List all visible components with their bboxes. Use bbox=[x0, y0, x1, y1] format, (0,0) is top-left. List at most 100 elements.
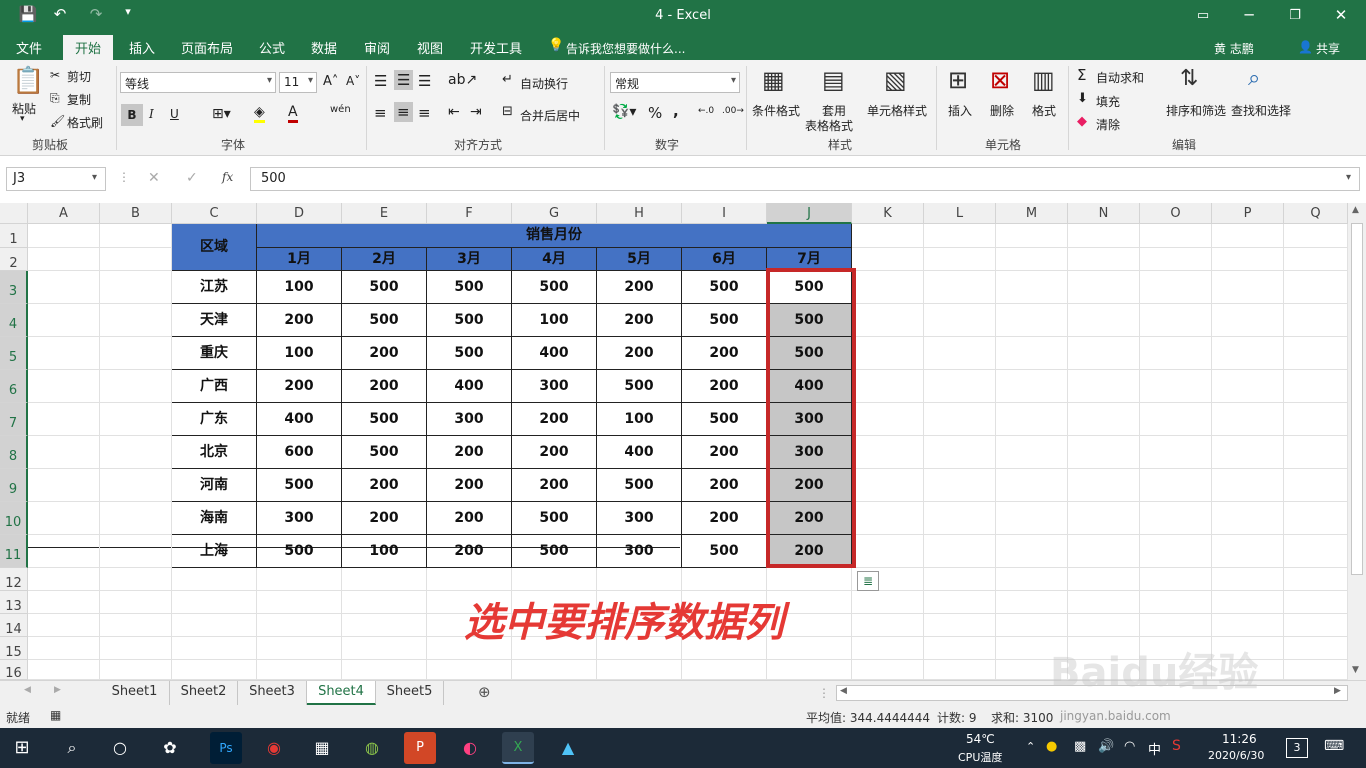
sheet-tab-sheet1[interactable]: Sheet1 bbox=[100, 681, 170, 705]
value-cell[interactable]: 100 bbox=[257, 337, 342, 370]
fill-icon[interactable]: ⬇ bbox=[1077, 91, 1088, 106]
value-cell[interactable]: 300 bbox=[597, 535, 682, 568]
keyboard-icon[interactable]: ⌨ bbox=[1324, 738, 1344, 754]
value-cell[interactable]: 500 bbox=[342, 271, 427, 304]
value-cell[interactable]: 500 bbox=[597, 469, 682, 502]
fill-button[interactable]: 填充 bbox=[1096, 93, 1120, 110]
volume-icon[interactable]: 🔊 bbox=[1098, 739, 1114, 754]
scroll-right-icon[interactable]: ▶ bbox=[1334, 686, 1341, 696]
row-header-10[interactable]: 10 bbox=[0, 502, 28, 535]
region-cell[interactable]: 上海 bbox=[172, 535, 257, 568]
region-cell[interactable]: 海南 bbox=[172, 502, 257, 535]
paste-dropdown-icon[interactable]: ▾ bbox=[20, 114, 25, 124]
next-sheet-icon[interactable]: ▶ bbox=[54, 685, 61, 695]
tab-home[interactable]: 开始 bbox=[63, 35, 114, 60]
vertical-scroll-thumb[interactable] bbox=[1351, 223, 1363, 575]
row-header-11[interactable]: 11 bbox=[0, 535, 28, 568]
tab-data[interactable]: 数据 bbox=[311, 38, 337, 57]
value-cell[interactable]: 200 bbox=[512, 436, 597, 469]
region-cell[interactable]: 北京 bbox=[172, 436, 257, 469]
value-cell[interactable]: 200 bbox=[682, 337, 767, 370]
sales-month-header-cell[interactable]: 销售月份 bbox=[257, 224, 852, 248]
value-cell[interactable]: 200 bbox=[512, 403, 597, 436]
sort-filter-icon[interactable]: ⇅ bbox=[1180, 66, 1198, 91]
column-header-d[interactable]: D bbox=[257, 203, 342, 224]
month-header-cell[interactable]: 6月 bbox=[682, 248, 767, 271]
value-cell[interactable]: 500 bbox=[427, 304, 512, 337]
find-select-button[interactable]: 查找和选择 bbox=[1231, 102, 1291, 119]
search-icon[interactable]: ⌕ bbox=[56, 732, 88, 764]
percent-button[interactable]: % bbox=[648, 104, 662, 122]
add-sheet-icon[interactable]: ⊕ bbox=[478, 683, 491, 701]
tray-security-icon[interactable]: ▩ bbox=[1074, 739, 1086, 754]
row-header-1[interactable]: 1 bbox=[0, 224, 28, 248]
row-header-14[interactable]: 14 bbox=[0, 614, 28, 637]
align-bottom-icon[interactable]: ☰ bbox=[418, 72, 431, 90]
ime-language[interactable]: 中 bbox=[1148, 739, 1161, 758]
value-cell[interactable]: 500 bbox=[512, 502, 597, 535]
tray-expand-icon[interactable]: ⌃ bbox=[1026, 740, 1035, 753]
font-name-select[interactable]: 等线 bbox=[120, 72, 276, 93]
copy-button[interactable]: 复制 bbox=[67, 91, 91, 108]
insert-function-button[interactable]: fx bbox=[222, 170, 233, 184]
value-cell[interactable]: 100 bbox=[342, 535, 427, 568]
conditional-format-button[interactable]: 条件格式 bbox=[752, 102, 800, 119]
format-cells-icon[interactable]: ▥ bbox=[1032, 66, 1055, 94]
row-header-13[interactable]: 13 bbox=[0, 591, 28, 614]
tab-review[interactable]: 审阅 bbox=[364, 38, 390, 57]
value-cell[interactable]: 500 bbox=[257, 535, 342, 568]
value-cell[interactable]: 500 bbox=[342, 436, 427, 469]
value-cell[interactable]: 300 bbox=[427, 403, 512, 436]
sogou-ime-icon[interactable]: S bbox=[1172, 738, 1181, 754]
tab-file[interactable]: 文件 bbox=[16, 38, 42, 57]
value-cell[interactable]: 500 bbox=[427, 271, 512, 304]
row-header-15[interactable]: 15 bbox=[0, 637, 28, 660]
clock-date[interactable]: 2020/6/30 bbox=[1208, 749, 1264, 762]
format-painter-button[interactable]: 格式刷 bbox=[67, 114, 103, 131]
value-cell[interactable]: 200 bbox=[427, 535, 512, 568]
bold-button[interactable]: B bbox=[121, 104, 143, 126]
tab-developer[interactable]: 开发工具 bbox=[470, 38, 522, 57]
delete-cells-button[interactable]: 删除 bbox=[990, 102, 1014, 119]
value-cell[interactable]: 500 bbox=[682, 403, 767, 436]
value-cell[interactable]: 500 bbox=[682, 535, 767, 568]
value-cell[interactable]: 200 bbox=[342, 337, 427, 370]
sheet-tab-sheet3[interactable]: Sheet3 bbox=[238, 681, 307, 705]
format-cells-button[interactable]: 格式 bbox=[1032, 102, 1056, 119]
merge-center-button[interactable]: 合并后居中 bbox=[520, 107, 580, 124]
column-header-a[interactable]: A bbox=[28, 203, 100, 224]
select-all-corner[interactable] bbox=[0, 203, 28, 224]
cancel-icon[interactable]: ✕ bbox=[148, 170, 160, 186]
copy-icon[interactable]: ⎘ bbox=[50, 91, 60, 106]
restore-icon[interactable]: ❐ bbox=[1272, 0, 1318, 33]
value-cell[interactable]: 200 bbox=[257, 370, 342, 403]
meitu-icon[interactable]: ◐ bbox=[454, 732, 486, 764]
value-cell[interactable]: 500 bbox=[427, 337, 512, 370]
value-cell[interactable]: 200 bbox=[682, 502, 767, 535]
autosum-button[interactable]: 自动求和 bbox=[1096, 69, 1144, 86]
month-header-cell[interactable]: 5月 bbox=[597, 248, 682, 271]
font-size-select[interactable]: 11 bbox=[279, 72, 317, 93]
align-left-icon[interactable]: ≡ bbox=[374, 104, 387, 122]
pinwheel-app-icon[interactable]: ✿ bbox=[154, 732, 186, 764]
value-cell[interactable]: 600 bbox=[257, 436, 342, 469]
fill-color-icon[interactable]: ◈ bbox=[254, 104, 265, 123]
scroll-left-icon[interactable]: ◀ bbox=[840, 686, 847, 696]
align-right-icon[interactable]: ≡ bbox=[418, 104, 431, 122]
windows-start-icon[interactable]: ⊞ bbox=[6, 732, 38, 764]
value-cell[interactable]: 500 bbox=[512, 271, 597, 304]
sheet-tab-sheet4[interactable]: Sheet4 bbox=[307, 681, 376, 705]
increase-decimal-icon[interactable]: ←.0 bbox=[698, 106, 714, 116]
value-cell[interactable]: 200 bbox=[597, 304, 682, 337]
align-middle-icon[interactable]: ☰ bbox=[394, 70, 414, 90]
month-header-cell[interactable]: 1月 bbox=[257, 248, 342, 271]
value-cell[interactable]: 400 bbox=[427, 370, 512, 403]
autosum-icon[interactable]: Σ bbox=[1077, 66, 1086, 84]
cut-button[interactable]: 剪切 bbox=[67, 68, 91, 85]
increase-indent-icon[interactable]: ⇥ bbox=[470, 104, 482, 120]
clear-button[interactable]: 清除 bbox=[1096, 116, 1120, 133]
decrease-decimal-icon[interactable]: .00→ bbox=[722, 106, 744, 116]
row-header-8[interactable]: 8 bbox=[0, 436, 28, 469]
column-header-n[interactable]: N bbox=[1068, 203, 1140, 224]
browser-icon[interactable]: ◍ bbox=[356, 732, 388, 764]
